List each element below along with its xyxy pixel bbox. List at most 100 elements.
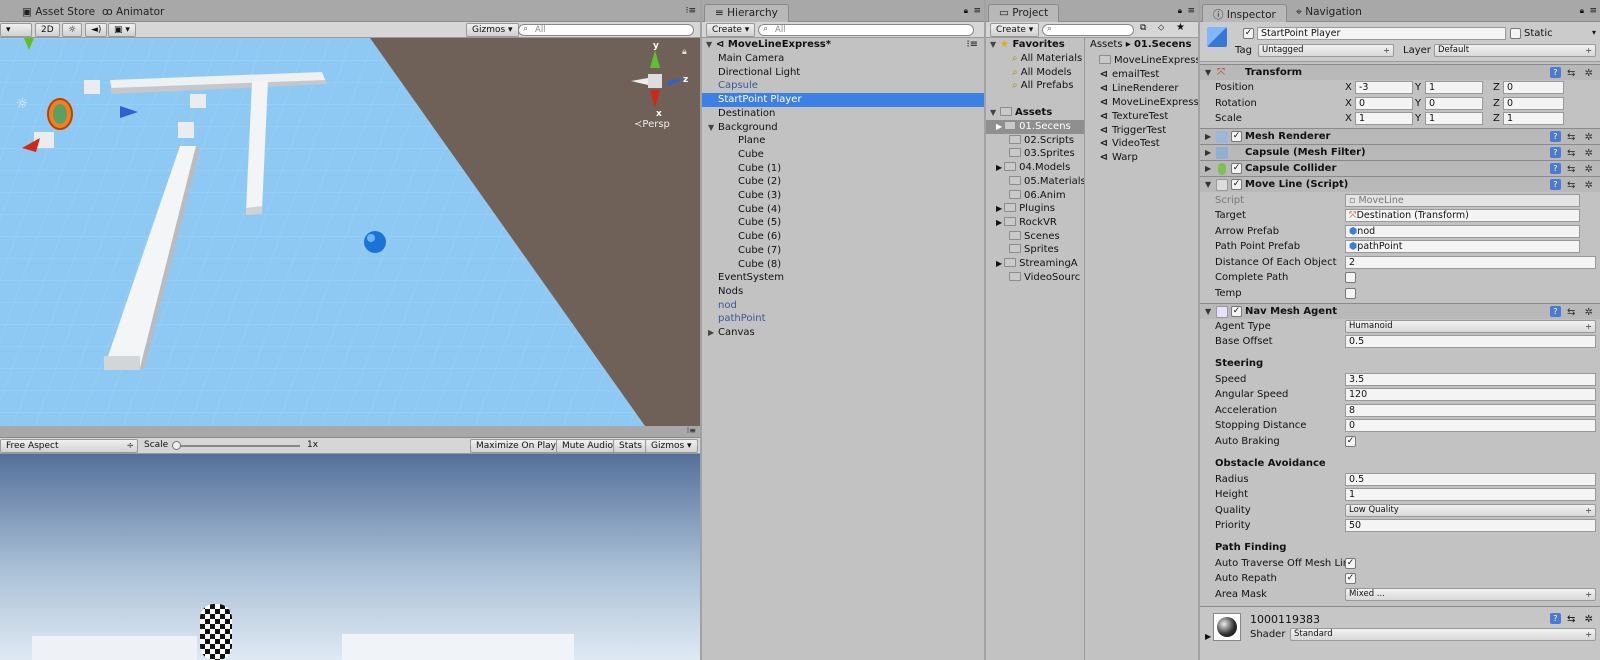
folder-item[interactable]: ▶ 01.Secens bbox=[986, 120, 1084, 134]
scale-x-field[interactable]: 1 bbox=[1355, 112, 1413, 125]
hierarchy-item[interactable]: Cube (3) bbox=[702, 189, 984, 203]
quality-dropdown[interactable]: Low Quality bbox=[1345, 504, 1596, 517]
move-line-checkbox[interactable]: ✓ bbox=[1231, 179, 1242, 190]
expand-arrow-icon[interactable]: ▼ bbox=[1205, 65, 1211, 81]
base-offset-field[interactable]: 0.5 bbox=[1345, 335, 1596, 348]
hierarchy-item[interactable]: Cube (4) bbox=[702, 203, 984, 217]
rotation-z-field[interactable]: 0 bbox=[1503, 96, 1564, 110]
folder-item[interactable]: ▶ 04.Models bbox=[986, 161, 1084, 175]
panel-menu-icon[interactable]: ≡ bbox=[973, 6, 981, 16]
move-line-script-header[interactable]: ▼ ✓ Move Line (Script) ? ⇆ ✲ bbox=[1200, 176, 1600, 192]
height-field[interactable]: 1 bbox=[1345, 488, 1596, 501]
arrow-prefab-field[interactable]: ⬢nod bbox=[1345, 225, 1580, 238]
folder-item[interactable]: 05.Materials bbox=[986, 175, 1084, 189]
scale-z-field[interactable]: 1 bbox=[1503, 112, 1564, 125]
favorite-star-icon[interactable]: ★ bbox=[1176, 22, 1185, 33]
mesh-renderer-header[interactable]: ▶ ✓ Mesh Renderer ? ⇆ ✲ bbox=[1200, 128, 1600, 144]
lock-icon[interactable]: 🔒︎ bbox=[964, 6, 968, 16]
hierarchy-item[interactable]: Directional Light bbox=[702, 66, 984, 80]
shader-dropdown[interactable]: Standard bbox=[1290, 628, 1596, 641]
static-dropdown-icon[interactable]: ▾ bbox=[1592, 28, 1596, 37]
hierarchy-item[interactable]: Destination bbox=[702, 107, 984, 121]
expand-arrow-icon[interactable]: ▼ bbox=[990, 38, 1000, 52]
agent-type-dropdown[interactable]: Humanoid bbox=[1345, 320, 1596, 333]
hierarchy-item[interactable]: pathPoint bbox=[702, 312, 984, 326]
expand-arrow-icon[interactable]: ▼ bbox=[990, 106, 1000, 120]
nav-mesh-agent-header[interactable]: ▼ ✓ Nav Mesh Agent ? ⇆ ✲ bbox=[1200, 303, 1600, 319]
hierarchy-item[interactable]: Cube (1) bbox=[702, 162, 984, 176]
folder-item[interactable]: 02.Scripts bbox=[986, 134, 1084, 148]
preset-icon[interactable]: ⇆ bbox=[1567, 614, 1578, 625]
position-z-field[interactable]: 0 bbox=[1503, 81, 1564, 94]
lock-icon[interactable]: 🔒︎ bbox=[1580, 6, 1584, 16]
collapse-arrow-icon[interactable]: ▶ bbox=[1205, 161, 1211, 177]
folder-item[interactable]: ▶ Plugins bbox=[986, 202, 1084, 216]
help-icon[interactable]: ? bbox=[1549, 306, 1561, 317]
mute-audio-button[interactable]: Mute Audio bbox=[556, 439, 619, 453]
shading-mode-dropdown[interactable]: ▾ bbox=[0, 23, 32, 37]
angular-speed-field[interactable]: 120 bbox=[1345, 388, 1596, 401]
maximize-on-play-button[interactable]: Maximize On Play bbox=[470, 439, 562, 453]
help-icon[interactable]: ? bbox=[1549, 613, 1561, 624]
object-name-field[interactable]: StartPoint Player bbox=[1257, 27, 1506, 40]
temp-checkbox[interactable] bbox=[1345, 288, 1356, 299]
panel-menu-icon[interactable]: ≡ bbox=[1589, 6, 1597, 16]
scene-menu-icon[interactable]: ⁝≡ bbox=[966, 38, 978, 52]
path-point-prefab-field[interactable]: ⬢pathPoint bbox=[1345, 240, 1580, 253]
favorite-item[interactable]: ⌕ All Prefabs bbox=[1012, 79, 1073, 93]
hierarchy-item[interactable]: Cube (8) bbox=[702, 258, 984, 272]
breadcrumb-root[interactable]: Assets bbox=[1090, 39, 1123, 50]
expand-arrow-icon[interactable]: ▶ bbox=[1205, 632, 1211, 641]
audio-toggle-icon[interactable]: ◄) bbox=[85, 23, 108, 37]
effects-dropdown-icon[interactable]: ▣ ▾ bbox=[108, 23, 136, 37]
favorite-item[interactable]: ⌕ All Materials bbox=[1012, 52, 1082, 66]
complete-path-checkbox[interactable] bbox=[1345, 272, 1356, 283]
folder-item[interactable]: ▶ StreamingA bbox=[986, 257, 1084, 271]
static-checkbox[interactable] bbox=[1510, 28, 1521, 39]
file-item[interactable]: ⊲ Warp bbox=[1099, 151, 1138, 165]
hierarchy-item[interactable]: StartPoint Player bbox=[702, 93, 984, 108]
mesh-filter-header[interactable]: ▶ Capsule (Mesh Filter) ? ⇆ ✲ bbox=[1200, 144, 1600, 160]
capsule-collider-checkbox[interactable]: ✓ bbox=[1231, 163, 1242, 174]
hierarchy-item[interactable]: Capsule bbox=[702, 79, 984, 93]
expand-arrow-icon[interactable]: ▼ bbox=[706, 38, 716, 52]
help-icon[interactable]: ? bbox=[1549, 163, 1561, 174]
auto-repath-checkbox[interactable]: ✓ bbox=[1345, 573, 1356, 584]
expand-arrow-icon[interactable]: ▼ bbox=[708, 121, 718, 135]
hierarchy-item[interactable]: Cube (5) bbox=[702, 216, 984, 230]
preset-icon[interactable]: ⇆ bbox=[1567, 164, 1578, 175]
project-search-input[interactable] bbox=[1042, 24, 1134, 36]
hierarchy-item[interactable]: Cube (2) bbox=[702, 175, 984, 189]
rotation-x-field[interactable]: 0 bbox=[1355, 96, 1413, 110]
preset-icon[interactable]: ⇆ bbox=[1567, 132, 1578, 143]
expand-arrow-icon[interactable]: ▼ bbox=[1205, 304, 1211, 320]
rotation-y-field[interactable]: 0 bbox=[1425, 96, 1483, 110]
gizmos-dropdown[interactable]: Gizmos ▾ bbox=[466, 23, 519, 37]
breadcrumb-current[interactable]: 01.Secens bbox=[1134, 39, 1191, 50]
folder-item[interactable]: 06.Anim bbox=[986, 189, 1084, 203]
target-field[interactable]: ⤧Destination (Transform) bbox=[1345, 209, 1580, 222]
nav-mesh-agent-checkbox[interactable]: ✓ bbox=[1231, 306, 1242, 317]
panel-menu-icon[interactable]: ⁝≡ bbox=[686, 6, 696, 16]
tag-dropdown[interactable]: Untagged bbox=[1258, 44, 1394, 57]
hierarchy-search-input[interactable]: All bbox=[758, 24, 974, 36]
file-item[interactable]: ⊲ emailTest bbox=[1099, 68, 1159, 82]
tab-inspector[interactable]: ⓘ Inspector bbox=[1202, 4, 1287, 22]
gizmos-button[interactable]: Gizmos ▾ bbox=[645, 439, 698, 453]
hierarchy-item[interactable]: Cube bbox=[702, 148, 984, 162]
gear-icon[interactable]: ✲ bbox=[1585, 180, 1596, 191]
collapse-arrow-icon[interactable]: ▶ bbox=[996, 204, 1002, 213]
mesh-renderer-checkbox[interactable]: ✓ bbox=[1231, 131, 1242, 142]
mode-2d-button[interactable]: 2D bbox=[35, 23, 60, 37]
file-item[interactable]: ⊲ TextureTest bbox=[1099, 110, 1169, 124]
expand-arrow-icon[interactable]: ▼ bbox=[1205, 177, 1211, 193]
radius-field[interactable]: 0.5 bbox=[1345, 473, 1596, 486]
transform-header[interactable]: ▼ ⤧ Transform ? ⇆ ✲ bbox=[1200, 64, 1600, 80]
persp-label[interactable]: ≺Persp bbox=[634, 119, 670, 130]
file-item[interactable]: ⊲ VideoTest bbox=[1099, 137, 1160, 151]
position-x-field[interactable]: -3 bbox=[1355, 81, 1413, 94]
hierarchy-item[interactable]: Nods bbox=[702, 285, 984, 299]
hierarchy-item[interactable]: Main Camera bbox=[702, 52, 984, 66]
speed-field[interactable]: 3.5 bbox=[1345, 373, 1596, 386]
auto-traverse-checkbox[interactable]: ✓ bbox=[1345, 558, 1356, 569]
